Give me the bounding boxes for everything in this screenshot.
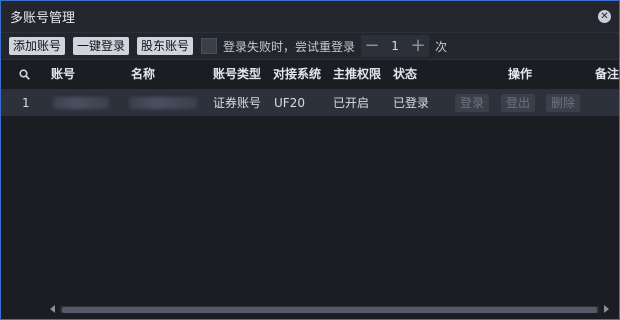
row-index: 1 — [22, 96, 30, 110]
search-icon[interactable] — [19, 69, 30, 80]
table-row[interactable]: 1 证券账号 UF20 已开启 已登录 登录 登出 删除 — [1, 90, 619, 116]
plus-icon[interactable]: + — [407, 35, 429, 57]
multi-account-window: 多账号管理 ✕ 添加账号 一键登录 股东账号 登录失败时，尝试重登录 − 1 +… — [0, 0, 620, 320]
header-status[interactable]: 状态 — [393, 60, 417, 89]
header-account-type[interactable]: 账号类型 — [213, 60, 261, 89]
retry-count-value[interactable]: 1 — [383, 39, 407, 53]
header-permission[interactable]: 主推权限 — [333, 60, 381, 89]
retry-checkbox[interactable] — [201, 38, 218, 54]
add-account-button[interactable]: 添加账号 — [9, 37, 66, 55]
account-redacted — [53, 97, 109, 109]
window-title: 多账号管理 — [10, 11, 76, 26]
cell-system: UF20 — [274, 96, 305, 110]
holder-account-button[interactable]: 股东账号 — [137, 37, 194, 55]
scroll-thumb[interactable] — [62, 307, 597, 313]
scroll-right-icon[interactable] — [604, 305, 609, 313]
header-name[interactable]: 名称 — [131, 60, 155, 89]
title-bar: 多账号管理 ✕ — [1, 1, 619, 33]
close-icon[interactable]: ✕ — [598, 10, 611, 23]
retry-stepper: − 1 + — [361, 35, 430, 57]
header-remark[interactable]: 备注 — [595, 60, 619, 89]
accounts-table: 账号 名称 账号类型 对接系统 主推权限 状态 操作 备注 1 证券账号 UF2… — [1, 60, 619, 116]
cell-account-type: 证券账号 — [213, 96, 262, 110]
minus-icon[interactable]: − — [361, 35, 383, 57]
retry-label: 登录失败时，尝试重登录 — [223, 39, 356, 54]
table-header: 账号 名称 账号类型 对接系统 主推权限 状态 操作 备注 — [1, 60, 619, 90]
scroll-left-icon[interactable] — [50, 305, 55, 313]
horizontal-scrollbar[interactable] — [48, 302, 611, 313]
logout-button[interactable]: 登出 — [501, 94, 536, 112]
login-button[interactable]: 登录 — [455, 94, 490, 112]
name-redacted — [129, 97, 197, 109]
cell-permission: 已开启 — [333, 96, 370, 110]
header-system[interactable]: 对接系统 — [273, 60, 321, 89]
cell-status: 已登录 — [393, 96, 430, 110]
toolbar: 添加账号 一键登录 股东账号 登录失败时，尝试重登录 − 1 + 次 — [1, 33, 619, 60]
header-actions: 操作 — [508, 67, 533, 81]
header-account[interactable]: 账号 — [51, 60, 75, 89]
retry-suffix: 次 — [435, 39, 448, 54]
delete-button[interactable]: 删除 — [546, 94, 581, 112]
login-all-button[interactable]: 一键登录 — [73, 37, 130, 55]
